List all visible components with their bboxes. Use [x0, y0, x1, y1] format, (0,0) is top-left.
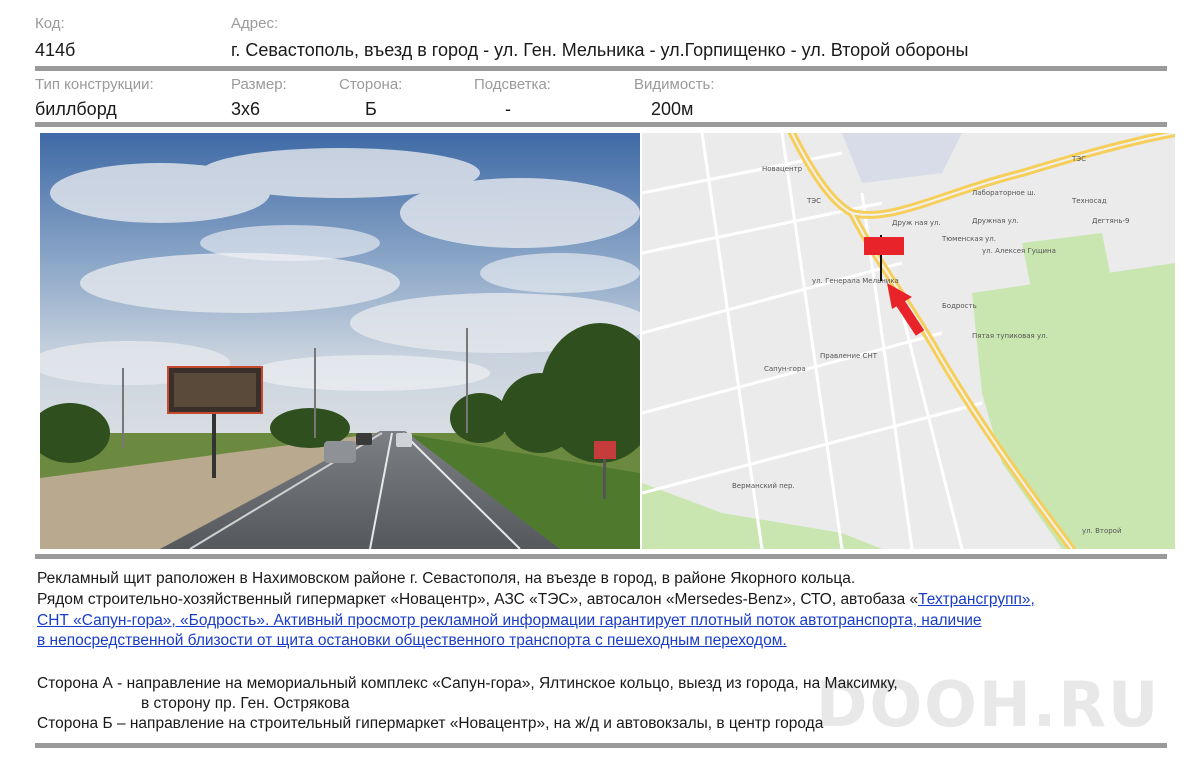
- location-map: Лабораторное ш. Новацентр ТЭС ТЭС Технос…: [642, 133, 1175, 549]
- divider: [35, 743, 1167, 748]
- map-label: Верманский пер.: [732, 482, 795, 490]
- description-line: Рекламный щит раположен в Нахимовском ра…: [37, 570, 856, 587]
- map-label: Тюменская ул.: [941, 235, 996, 243]
- map-label: Техносад: [1071, 197, 1107, 205]
- size-label: Размер:: [231, 76, 287, 93]
- size-value: 3х6: [231, 99, 261, 119]
- map-label: ТЭС: [1071, 155, 1086, 163]
- light-label: Подсветка:: [474, 76, 551, 93]
- description-line: Рядом строительно-хозяйственный гипермар…: [37, 590, 1035, 610]
- side-value: Б: [365, 99, 377, 119]
- description-link[interactable]: Техтрансгрупп»,: [918, 591, 1035, 608]
- map-label: ул. Второй: [1082, 527, 1122, 535]
- type-value: биллборд: [35, 99, 117, 119]
- side-label: Сторона:: [339, 76, 403, 93]
- divider: [35, 554, 1167, 559]
- map-label: Дружная ул.: [972, 217, 1019, 225]
- map-label: Бодрость: [942, 302, 977, 310]
- divider: [35, 66, 1167, 71]
- visibility-label: Видимость:: [634, 76, 715, 93]
- map-label: ул. Генерала Мельника: [812, 277, 899, 285]
- map-label: ТЭС: [806, 197, 821, 205]
- description-link[interactable]: СНТ «Сапун-гора», «Бодрость». Активный п…: [37, 611, 982, 631]
- map-label: Друж ная ул.: [892, 219, 941, 227]
- description-link[interactable]: в непосредственной близости от щита оста…: [37, 631, 787, 651]
- type-label: Тип конструкции:: [35, 76, 154, 93]
- map-label: Новацентр: [762, 165, 803, 173]
- description-text: Рядом строительно-хозяйственный гипермар…: [37, 591, 919, 608]
- code-label: Код:: [35, 15, 65, 32]
- address-value: г. Севастополь, въезд в город - ул. Ген.…: [231, 40, 969, 60]
- divider: [35, 122, 1167, 127]
- map-label: Лабораторное ш.: [972, 189, 1036, 197]
- side-a-text: в сторону пр. Ген. Острякова: [141, 695, 350, 712]
- side-b-text: Сторона Б – направление на строительный …: [37, 715, 824, 732]
- side-a-text: Сторона А - направление на мемориальный …: [37, 675, 898, 692]
- street-photo: [40, 133, 640, 549]
- map-label: ул. Алексея Гущина: [982, 247, 1056, 255]
- billboard-marker-icon: [864, 237, 904, 255]
- map-label: Дегтянь-9: [1092, 217, 1129, 225]
- map-label: Пятая тупиковая ул.: [972, 332, 1048, 340]
- address-label: Адрес:: [231, 15, 279, 32]
- map-label: Сапун-гора: [764, 365, 806, 373]
- light-value: -: [505, 99, 511, 119]
- map-label: Правление СНТ: [820, 352, 878, 360]
- visibility-value: 200м: [651, 99, 694, 119]
- code-value: 414б: [35, 40, 76, 60]
